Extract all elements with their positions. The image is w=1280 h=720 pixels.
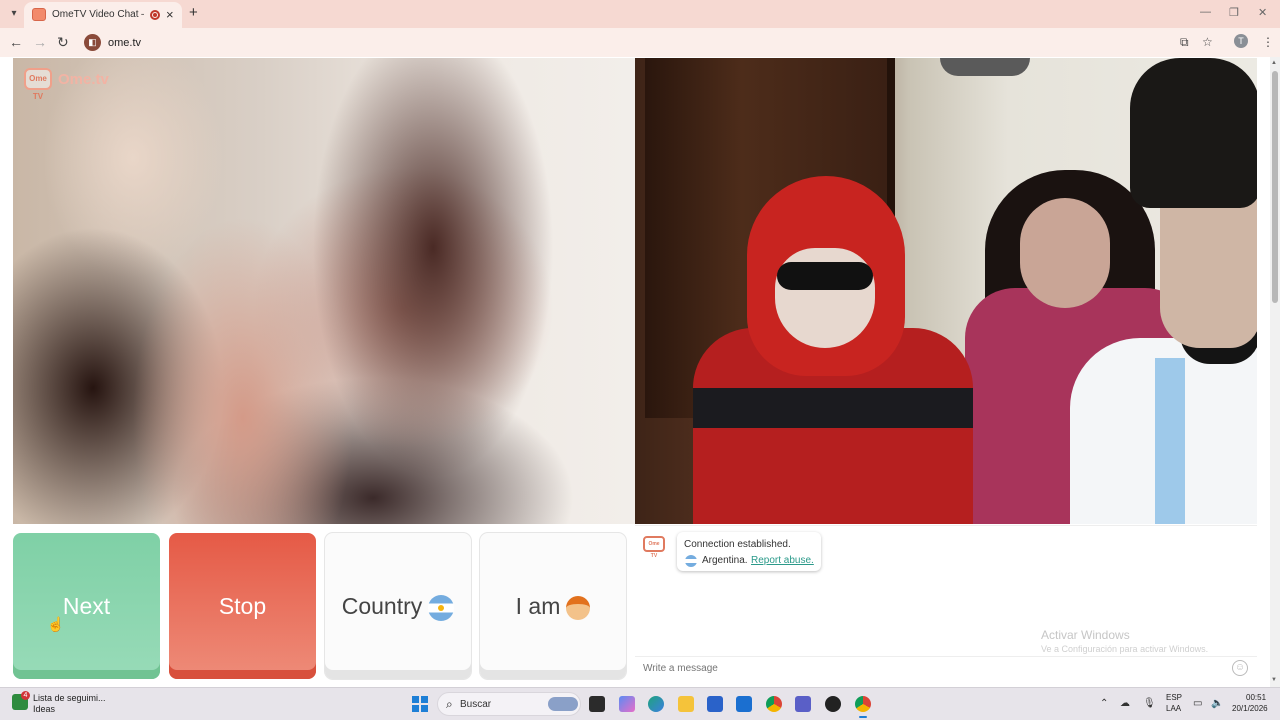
argentina-flag-icon <box>428 594 455 621</box>
connection-status: Connection established. <box>684 539 791 550</box>
site-info-icon[interactable]: ◧ <box>84 34 101 51</box>
chrome-icon[interactable] <box>766 696 782 712</box>
scrollbar[interactable]: ▲ ▼ <box>1270 57 1280 687</box>
tab-title: OmeTV Video Chat — Ome <box>52 9 144 20</box>
boy-emoji-icon <box>566 595 591 620</box>
recording-app-icon[interactable] <box>825 696 841 712</box>
system-message: Connection established. Argentina. Repor… <box>677 532 821 571</box>
input-language[interactable]: ESP <box>1166 693 1182 702</box>
country-button[interactable]: Country <box>325 533 471 679</box>
close-icon[interactable]: × <box>166 7 174 22</box>
message-input[interactable] <box>635 656 1257 680</box>
kebab-menu-icon[interactable]: ⋮ <box>1262 35 1274 49</box>
url-text: ome.tv <box>108 37 142 49</box>
new-tab-icon[interactable]: + <box>189 4 198 21</box>
widget-title[interactable]: Lista de seguimi... <box>33 693 106 703</box>
address-bar[interactable]: ◧ ome.tv <box>80 31 1230 54</box>
keyboard-layout[interactable]: LAA <box>1166 704 1181 713</box>
ometv-chat-avatar-icon: Ome TV <box>643 536 665 559</box>
video-person-hair <box>1130 58 1257 208</box>
clock-time[interactable]: 00:51 <box>1246 693 1266 702</box>
chrome-active-icon[interactable] <box>855 696 871 718</box>
windows-start-icon[interactable] <box>412 696 428 712</box>
tray-overflow-icon[interactable]: ⌃ <box>1100 698 1108 709</box>
argentina-flag-icon <box>685 555 697 567</box>
stop-label: Stop <box>218 593 267 619</box>
activation-watermark-subtitle: Ve a Configuración para activar Windows. <box>1041 644 1209 654</box>
volume-icon[interactable]: 🔈 <box>1211 698 1223 709</box>
taskbar-search[interactable]: ⌕ Buscar <box>437 692 581 716</box>
search-icon: ⌕ <box>446 697 453 711</box>
browser-tab[interactable]: OmeTV Video Chat — Ome × <box>24 2 182 28</box>
edge-icon[interactable] <box>648 696 664 712</box>
next-button[interactable]: Next <box>13 533 160 679</box>
file-explorer-icon[interactable] <box>678 696 694 712</box>
partner-country: Argentina. <box>702 555 748 566</box>
scroll-down-icon[interactable]: ▼ <box>1271 677 1277 683</box>
forward-icon[interactable]: → <box>33 34 47 50</box>
search-highlight-art <box>548 697 578 711</box>
widget-badge: 4 <box>21 691 30 700</box>
copilot-icon[interactable] <box>619 696 635 712</box>
bookmark-star-icon[interactable]: ☆ <box>1202 35 1213 49</box>
own-camera-video <box>635 58 1257 524</box>
iam-label: I am <box>515 593 561 619</box>
activation-watermark-title: Activar Windows <box>1041 628 1130 642</box>
widget-subtitle: Ideas <box>33 704 56 714</box>
logo-text: Ome.tv <box>58 71 109 88</box>
stop-button[interactable]: Stop <box>169 533 316 679</box>
gender-button[interactable]: I am <box>480 533 626 679</box>
close-window-icon[interactable]: ✕ <box>1258 6 1267 19</box>
tab-bar: ▾ OmeTV Video Chat — Ome × + — ❐ ✕ <box>0 0 1280 28</box>
profile-avatar[interactable]: T <box>1234 34 1248 48</box>
stranger-video <box>13 58 635 524</box>
ometv-favicon-icon <box>32 8 46 21</box>
teams-icon[interactable] <box>795 696 811 712</box>
chat-panel: Ome TV Connection established. Argentina… <box>635 525 1257 680</box>
next-label: Next <box>62 593 111 619</box>
cloud-icon[interactable]: ☁ <box>1120 698 1130 709</box>
video-shirt-stripe <box>1155 358 1185 524</box>
reload-icon[interactable]: ↻ <box>57 34 69 51</box>
install-app-icon[interactable]: ⧉ <box>1180 35 1189 50</box>
maximize-icon[interactable]: ❐ <box>1229 6 1239 19</box>
browser-toolbar: ← → ↻ ◧ ome.tv ⧉ ☆ ⋮ <box>0 28 1280 57</box>
back-icon[interactable]: ← <box>9 34 23 50</box>
tv-logo-icon: Ome TV <box>24 68 52 101</box>
tab-list-icon[interactable]: ▾ <box>6 6 22 22</box>
clock-date[interactable]: 20/1/2026 <box>1232 704 1268 713</box>
outlook-icon[interactable] <box>736 696 752 712</box>
report-abuse-link[interactable]: Report abuse. <box>751 555 814 566</box>
emoji-picker-icon[interactable]: ☺ <box>1232 660 1248 676</box>
windows-taskbar: 4 Lista de seguimi... Ideas ⌕ Buscar ⌃ ☁… <box>0 687 1280 720</box>
video-lamp <box>940 58 1030 76</box>
ometv-logo[interactable]: Ome TV Ome.tv <box>22 64 114 101</box>
task-view-icon[interactable] <box>589 696 605 712</box>
recording-indicator-icon <box>150 10 160 20</box>
country-label: Country <box>341 593 423 619</box>
network-icon[interactable]: ▭ <box>1193 698 1202 709</box>
microphone-icon[interactable]: 🎙 <box>1143 698 1156 709</box>
video-sunglasses <box>777 262 873 290</box>
video-jacket-stripe <box>693 388 973 428</box>
video-person-face <box>1020 198 1110 308</box>
hand-cursor-icon: ☝ <box>47 616 65 632</box>
scroll-up-icon[interactable]: ▲ <box>1271 60 1277 66</box>
search-placeholder: Buscar <box>460 699 492 710</box>
scroll-thumb[interactable] <box>1272 71 1278 303</box>
store-icon[interactable] <box>707 696 723 712</box>
minimize-icon[interactable]: — <box>1200 6 1211 18</box>
